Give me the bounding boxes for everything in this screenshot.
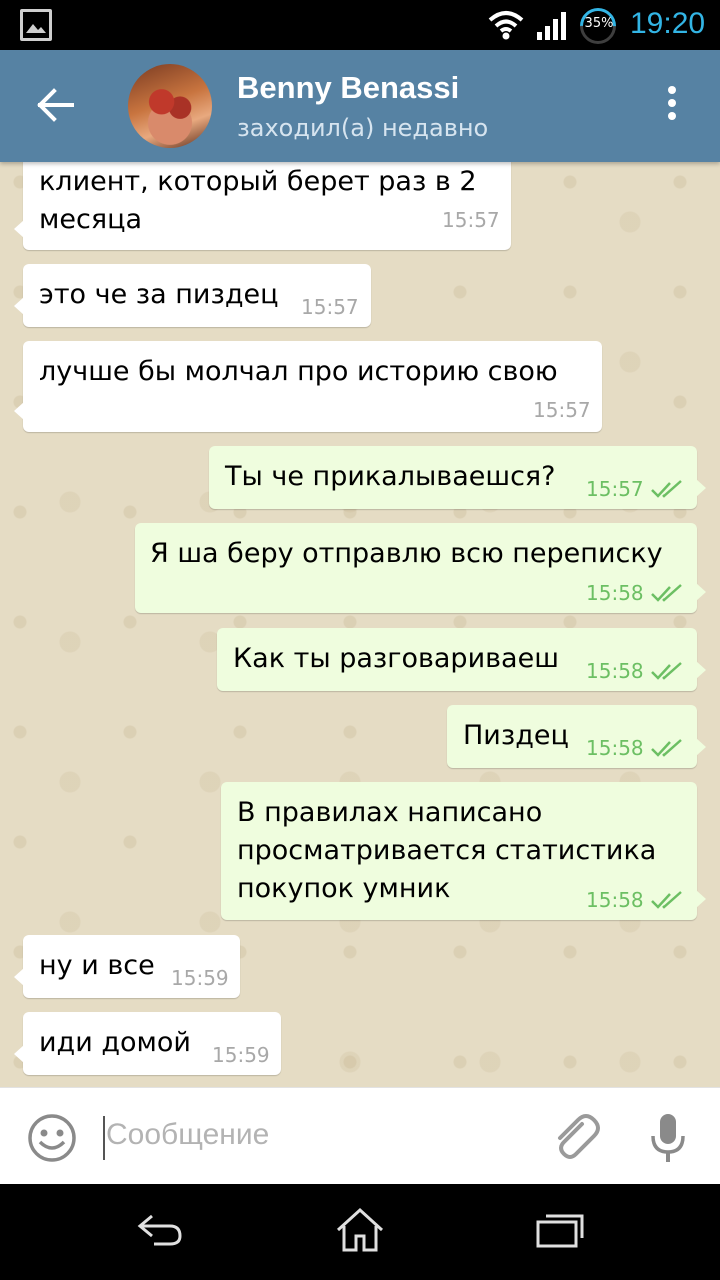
- message-time: 15:58: [586, 888, 644, 912]
- message-outgoing[interactable]: Пиздец 15:58: [447, 705, 706, 768]
- message-incoming[interactable]: иди домой 15:59: [14, 1012, 281, 1075]
- read-checkmarks-icon: [651, 584, 682, 602]
- message-time: 15:59: [212, 1043, 270, 1067]
- message-outgoing[interactable]: Я ша беру отправлю всю переписку 15:58: [135, 523, 706, 613]
- back-arrow-icon[interactable]: [30, 80, 80, 130]
- attach-icon[interactable]: [552, 1110, 600, 1162]
- avatar[interactable]: [128, 64, 212, 148]
- signal-icon: [537, 12, 566, 40]
- message-input[interactable]: Сообщение: [106, 1118, 269, 1152]
- message-text: Как ты разговариваеш: [233, 643, 559, 674]
- message-time: 15:57: [442, 208, 500, 232]
- message-time: 15:57: [586, 477, 644, 501]
- status-bar: 35% 19:20: [0, 0, 720, 52]
- back-icon[interactable]: [134, 1210, 186, 1250]
- wifi-icon: [488, 11, 524, 40]
- message-composer: Сообщение: [0, 1087, 720, 1184]
- read-checkmarks-icon: [651, 480, 682, 498]
- message-text: ну и все: [39, 950, 155, 981]
- message-time: 15:58: [586, 581, 644, 605]
- message-incoming[interactable]: это че за пиздец 15:57: [14, 264, 371, 327]
- battery-level: 35%: [584, 16, 614, 31]
- message-time: 15:57: [533, 398, 591, 422]
- message-text: это че за пиздец: [39, 279, 279, 310]
- text-cursor: [103, 1116, 105, 1160]
- clock: 19:20: [630, 7, 706, 40]
- home-icon[interactable]: [334, 1206, 386, 1254]
- gallery-notification-icon: [20, 9, 52, 41]
- more-vert-icon[interactable]: [662, 86, 682, 126]
- message-time: 15:58: [586, 736, 644, 760]
- read-checkmarks-icon: [651, 662, 682, 680]
- message-incoming[interactable]: ну и все 15:59: [14, 935, 240, 998]
- contact-name[interactable]: Benny Benassi: [237, 70, 459, 106]
- chat-header: Benny Benassi заходил(а) недавно: [0, 50, 720, 162]
- message-incoming[interactable]: клиент, который берет раз в 2 месяца 15:…: [14, 162, 511, 250]
- emoji-icon[interactable]: [26, 1112, 78, 1164]
- last-seen-status: заходил(а) недавно: [237, 114, 489, 142]
- message-text: клиент, который берет раз в 2 месяца: [39, 166, 477, 235]
- message-list[interactable]: клиент, который берет раз в 2 месяца 15:…: [0, 162, 720, 1087]
- recent-apps-icon[interactable]: [534, 1210, 586, 1250]
- message-outgoing[interactable]: В правилах написано просматривается стат…: [221, 782, 706, 920]
- message-incoming[interactable]: лучше бы молчал про историю свою 15:57: [14, 341, 602, 432]
- message-time: 15:58: [586, 659, 644, 683]
- message-outgoing[interactable]: Как ты разговариваеш 15:58: [217, 628, 706, 691]
- read-checkmarks-icon: [651, 891, 682, 909]
- message-time: 15:59: [171, 966, 229, 990]
- read-checkmarks-icon: [651, 739, 682, 757]
- mic-icon[interactable]: [648, 1112, 688, 1164]
- system-nav-bar: [0, 1184, 720, 1280]
- message-text: лучше бы молчал про историю свою: [39, 356, 558, 387]
- message-text: Пиздец: [463, 720, 569, 751]
- message-time: 15:57: [301, 295, 359, 319]
- message-text: иди домой: [39, 1027, 191, 1058]
- message-outgoing[interactable]: Ты че прикалываешся? 15:57: [209, 446, 706, 509]
- message-text: Ты че прикалываешся?: [225, 461, 556, 492]
- message-text: Я ша беру отправлю всю переписку: [150, 538, 663, 569]
